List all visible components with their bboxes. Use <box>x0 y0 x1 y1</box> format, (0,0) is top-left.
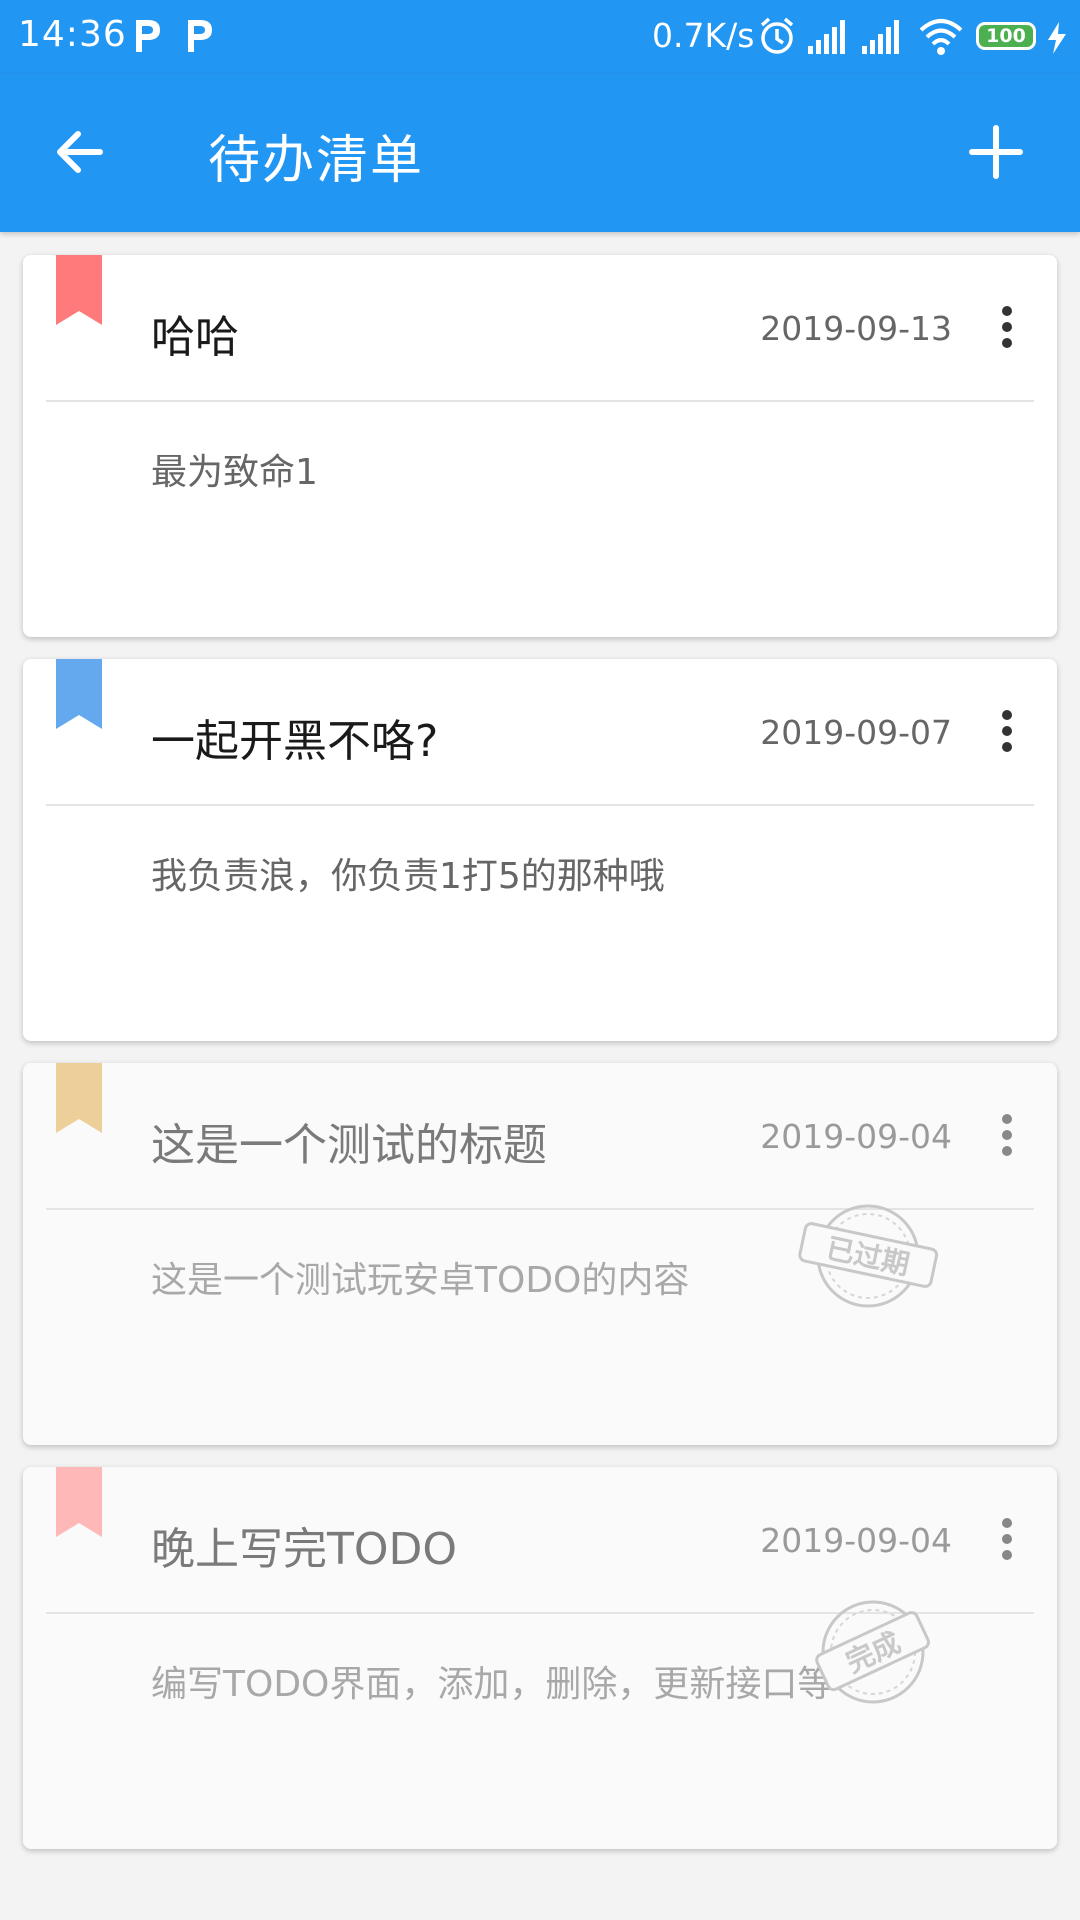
divider <box>46 400 1034 402</box>
more-vert-icon[interactable] <box>999 305 1015 349</box>
bookmark-icon <box>56 1467 102 1537</box>
todo-title: 晚上写完TODO <box>151 1524 458 1575</box>
plus-icon[interactable] <box>968 124 1024 180</box>
status-bar: 14:36 0.7K/s 100 <box>0 0 1080 74</box>
more-vert-icon[interactable] <box>999 709 1015 753</box>
signal-icon <box>808 20 845 54</box>
todo-card[interactable]: 哈哈 2019-09-13 最为致命1 <box>23 255 1057 637</box>
todo-title: 这是一个测试的标题 <box>151 1120 547 1171</box>
arrow-left-icon[interactable] <box>52 124 108 180</box>
todo-card[interactable]: 一起开黑不咯? 2019-09-07 我负责浪，你负责1打5的那种哦 <box>23 659 1057 1041</box>
todo-content: 最为致命1 <box>151 452 318 493</box>
app-bar: 待办清单 <box>0 74 1080 232</box>
expired-stamp-icon: 已过期 <box>798 1204 939 1308</box>
todo-card-completed[interactable]: 晚上写完TODO 2019-09-04 编写TODO界面，添加，删除，更新接口等… <box>23 1467 1057 1849</box>
signal-icon-2 <box>862 20 899 54</box>
alarm-icon <box>760 17 794 54</box>
todo-content: 编写TODO界面，添加，删除，更新接口等 <box>151 1664 834 1705</box>
charging-icon <box>1048 22 1066 54</box>
todo-date: 2019-09-04 <box>760 1521 952 1560</box>
parking-app-icon <box>136 20 160 52</box>
todo-date: 2019-09-04 <box>760 1117 952 1156</box>
parking-app-icon-2 <box>188 20 212 52</box>
todo-date: 2019-09-07 <box>760 713 952 752</box>
battery-indicator: 100 <box>976 22 1036 50</box>
bookmark-icon <box>56 659 102 729</box>
completed-stamp-icon: 完成 <box>815 1600 930 1704</box>
network-speed: 0.7K/s <box>652 16 755 55</box>
todo-content: 我负责浪，你负责1打5的那种哦 <box>151 856 665 897</box>
bookmark-icon <box>56 255 102 325</box>
todo-title: 一起开黑不咯? <box>151 716 439 767</box>
status-time: 14:36 <box>18 14 127 55</box>
page-title: 待办清单 <box>208 131 425 191</box>
todo-date: 2019-09-13 <box>760 309 952 348</box>
todo-card-expired[interactable]: 这是一个测试的标题 2019-09-04 这是一个测试玩安卓TODO的内容 已过… <box>23 1063 1057 1445</box>
bookmark-icon <box>56 1063 102 1133</box>
wifi-icon <box>919 19 963 55</box>
todo-content: 这是一个测试玩安卓TODO的内容 <box>151 1260 690 1301</box>
todo-title: 哈哈 <box>151 312 239 363</box>
more-vert-icon[interactable] <box>999 1517 1015 1561</box>
divider <box>46 804 1034 806</box>
more-vert-icon[interactable] <box>999 1113 1015 1157</box>
